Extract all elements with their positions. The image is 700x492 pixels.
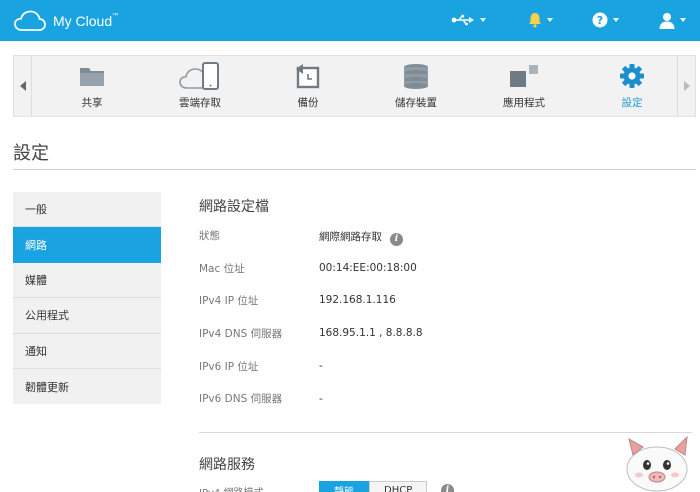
apps-icon [510, 65, 538, 87]
nav-item-label: 設定 [621, 97, 643, 109]
info-icon[interactable]: i [390, 233, 403, 246]
status-value: 網際網路存取 i [319, 229, 403, 246]
nav-item-label: 應用程式 [503, 97, 545, 109]
notifications-menu[interactable] [528, 9, 553, 31]
ipv6-dns-label: IPv6 DNS 伺服器 [199, 393, 283, 405]
usb-icon [451, 14, 474, 26]
user-menu[interactable] [659, 9, 686, 31]
settings-sidebar: 一般 網路 媒體 公用程式 通知 韌體更新 [13, 192, 161, 405]
nav-item-share[interactable]: 共享 [42, 60, 142, 116]
ipv6-ip-value: - [319, 360, 323, 372]
title-divider [13, 169, 696, 170]
cloud-logo-icon [14, 10, 46, 31]
nav-item-backup[interactable]: 備份 [258, 60, 358, 116]
help-menu[interactable]: ? [592, 9, 619, 31]
ipv4-ip-value: 192.168.1.116 [319, 294, 396, 306]
nav-scroll-left[interactable] [14, 56, 32, 116]
sidebar-item-media[interactable]: 媒體 [13, 263, 161, 299]
chevron-down-icon [613, 18, 619, 22]
nav-item-settings[interactable]: 設定 [582, 60, 682, 116]
arrow-left-icon [19, 81, 26, 91]
main-nav: 共享 雲端存取 備份 儲存裝置 應用程式 設定 [13, 55, 696, 117]
sidebar-item-network[interactable]: 網路 [13, 227, 161, 263]
brand-logo[interactable]: My Cloud™ [14, 8, 118, 34]
nav-item-apps[interactable]: 應用程式 [474, 60, 574, 116]
status-text: 網際網路存取 [319, 231, 382, 243]
svg-text:?: ? [597, 14, 603, 27]
cloud-device-icon [179, 62, 219, 90]
ipv4-mode-toggle: 靜態 DHCP [319, 481, 428, 492]
ipv4-ip-label: IPv4 IP 位址 [199, 295, 259, 307]
nav-item-cloud-access[interactable]: 雲端存取 [150, 60, 250, 116]
sidebar-item-firmware-update[interactable]: 韌體更新 [13, 369, 161, 404]
arrow-right-icon [683, 81, 690, 91]
nav-item-label: 共享 [81, 97, 103, 109]
mac-address-value: 00:14:EE:00:18:00 [319, 262, 417, 274]
ipv4-mode-label: IPv4 網路模式 [199, 484, 263, 492]
usb-menu[interactable] [451, 9, 486, 31]
backup-icon [296, 64, 320, 89]
info-icon[interactable]: i [441, 484, 454, 492]
user-icon [659, 12, 675, 29]
mascot-watermark-icon [626, 435, 688, 492]
sidebar-item-general[interactable]: 一般 [13, 192, 161, 228]
sidebar-item-notifications[interactable]: 通知 [13, 334, 161, 369]
mode-dhcp-button[interactable]: DHCP [369, 481, 428, 492]
bell-icon [529, 13, 541, 28]
ipv6-ip-label: IPv6 IP 位址 [199, 361, 259, 373]
gear-icon [620, 64, 644, 88]
nav-item-label: 備份 [297, 97, 319, 109]
ipv4-dns-label: IPv4 DNS 伺服器 [199, 328, 283, 340]
nav-scroll-right[interactable] [677, 56, 695, 116]
help-icon: ? [592, 12, 608, 28]
status-label: 狀態 [199, 230, 220, 242]
chevron-down-icon [480, 18, 486, 22]
folder-icon [80, 68, 104, 86]
brand-name: My Cloud™ [53, 13, 119, 29]
network-services-heading: 網路服務 [199, 457, 255, 473]
nav-item-label: 儲存裝置 [395, 97, 437, 109]
chevron-down-icon [547, 18, 553, 22]
nav-item-storage[interactable]: 儲存裝置 [366, 60, 466, 116]
ipv4-dns-value: 168.95.1.1 , 8.8.8.8 [319, 327, 423, 339]
network-profile-heading: 網路設定檔 [199, 199, 269, 215]
nav-item-label: 雲端存取 [179, 97, 221, 109]
ipv6-dns-value: - [319, 393, 323, 405]
sidebar-item-utilities[interactable]: 公用程式 [13, 298, 161, 334]
top-bar: My Cloud™ ? [0, 0, 700, 41]
chevron-down-icon [680, 18, 686, 22]
mac-address-label: Mac 位址 [199, 263, 245, 275]
page-title: 設定 [13, 143, 49, 164]
mode-static-button[interactable]: 靜態 [319, 481, 369, 492]
storage-icon [404, 64, 428, 89]
